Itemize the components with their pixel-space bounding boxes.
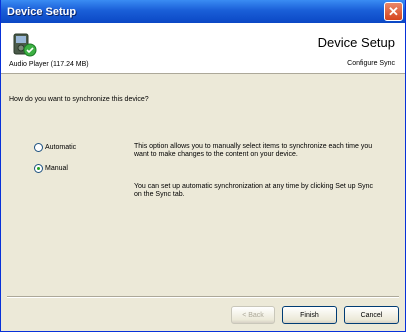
radio-manual-circle[interactable] xyxy=(34,164,43,173)
radio-automatic-circle[interactable] xyxy=(34,143,43,152)
wizard-header: Audio Player (117.24 MB) Device Setup Co… xyxy=(1,23,405,74)
radio-manual-label: Manual xyxy=(45,165,68,172)
radio-automatic[interactable]: Automatic xyxy=(34,143,76,152)
manual-description: This option allows you to manually selec… xyxy=(134,143,373,158)
radio-manual[interactable]: Manual xyxy=(34,164,68,173)
close-icon: ✕ xyxy=(388,4,399,19)
device-setup-window: Device Setup ✕ Audio Player (117.24 MB) … xyxy=(0,0,406,332)
automatic-hint: You can set up automatic synchronization… xyxy=(134,183,374,198)
close-button[interactable]: ✕ xyxy=(384,2,403,21)
finish-button[interactable]: Finish xyxy=(282,306,337,324)
window-title: Device Setup xyxy=(7,5,77,18)
audio-player-device-icon xyxy=(13,33,37,57)
header-subtitle: Configure Sync xyxy=(347,60,395,67)
cancel-button[interactable]: Cancel xyxy=(344,306,399,324)
device-name-label: Audio Player (117.24 MB) xyxy=(9,61,89,68)
sync-question: How do you want to synchronize this devi… xyxy=(9,96,149,103)
radio-automatic-label: Automatic xyxy=(45,144,77,151)
header-title: Device Setup xyxy=(317,35,395,50)
title-bar[interactable]: Device Setup ✕ xyxy=(1,0,405,23)
back-button[interactable]: < Back xyxy=(231,306,275,324)
footer-divider xyxy=(7,296,399,298)
